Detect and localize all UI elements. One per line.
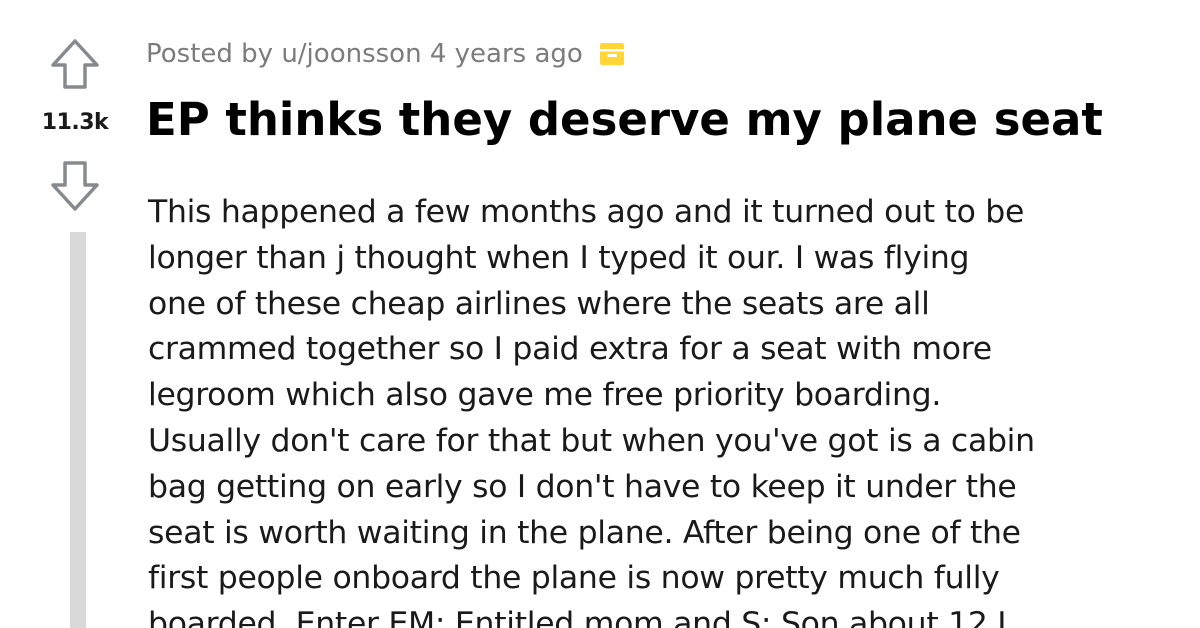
post-body-line: seat is worth waiting in the plane. Afte… — [148, 514, 1021, 551]
post-meta-text: Posted by u/joonsson 4 years ago — [146, 39, 583, 69]
upvote-button[interactable] — [50, 38, 100, 90]
post-body-line: longer than j thought when I typed it ou… — [148, 239, 970, 276]
post-body-line: legroom which also gave me free priority… — [148, 377, 942, 414]
vote-count: 11.3k — [41, 110, 109, 135]
post-body-line: first people onboard the plane is now pr… — [148, 560, 1000, 597]
upvote-arrow-icon — [51, 39, 99, 89]
downvote-arrow-icon — [51, 161, 99, 211]
post-body-line: boarded. Enter EM: Entitled mom and S: S… — [148, 606, 1007, 628]
post-meta: Posted by u/joonsson 4 years ago — [146, 34, 625, 74]
vote-column: 11.3k — [0, 0, 148, 628]
archived-box-icon — [599, 41, 625, 67]
post-body-line: Usually don't care for that but when you… — [148, 422, 1035, 459]
post-body-line: bag getting on early so I don't have to … — [148, 468, 1017, 505]
downvote-button[interactable] — [50, 160, 100, 212]
post-body: This happened a few months ago and it tu… — [148, 190, 1148, 628]
post-body-line: This happened a few months ago and it tu… — [148, 194, 1025, 230]
post-body-line: crammed together so I paid extra for a s… — [148, 331, 992, 368]
thread-line[interactable] — [70, 232, 86, 628]
post-body-line: one of these cheap airlines where the se… — [148, 285, 930, 322]
post-title[interactable]: EP thinks they deserve my plane seat — [146, 92, 1186, 148]
